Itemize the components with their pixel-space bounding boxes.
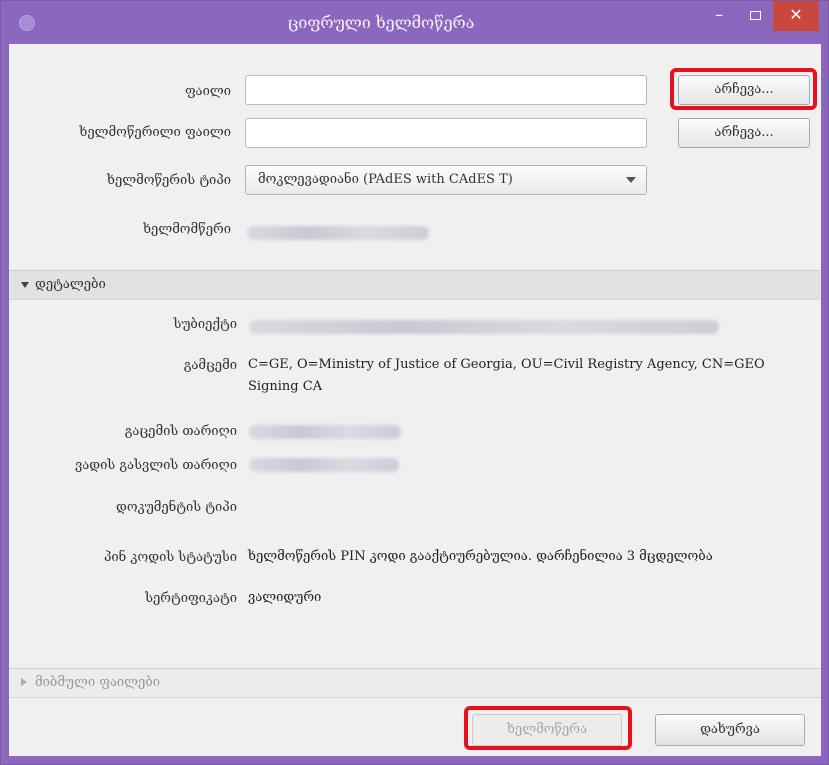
file-input[interactable]: [245, 75, 647, 105]
pin-status-value: ხელმოწერის PIN კოდი გააქტიურებულია. დარჩ…: [248, 549, 713, 564]
maximize-button[interactable]: [742, 1, 768, 31]
document-type-label: დოკუმენტის ტიპი: [116, 500, 237, 515]
signer-label: ხელმომწერი: [143, 222, 231, 237]
close-button[interactable]: დახურვა: [655, 714, 805, 746]
subject-value-redacted: [249, 320, 719, 334]
highlight-choose-file: [670, 68, 817, 110]
collapsed-triangle-icon: [21, 678, 27, 686]
subject-label: სუბიექტი: [173, 317, 237, 332]
issue-date-label: გაცემის თარიღი: [124, 424, 237, 439]
dialog-content: ფაილი არჩევა... ხელმოწერილი ფაილი არჩევა…: [9, 44, 821, 756]
close-window-button[interactable]: ✕: [773, 1, 819, 31]
certificate-label: სერტიფიკატი: [145, 591, 237, 606]
chevron-down-icon: [626, 177, 636, 183]
signature-type-value: მოკლევადიანი (PAdES with CAdES T): [258, 172, 513, 187]
dialog-window: ციფრული ხელმოწერა – ✕ ფაილი არჩევა... ხე…: [0, 0, 829, 765]
details-header-label: დეტალები: [35, 277, 106, 292]
issue-date-redacted: [249, 425, 401, 439]
file-label: ფაილი: [184, 84, 231, 99]
highlight-sign-button: [464, 706, 632, 750]
expand-triangle-icon: [21, 282, 29, 288]
minimize-button[interactable]: –: [706, 1, 732, 31]
expiry-date-label: ვადის გასვლის თარიღი: [74, 458, 237, 473]
details-panel: სუბიექტი გამცემი C=GE, O=Ministry of Jus…: [9, 301, 821, 663]
issuer-label: გამცემი: [183, 358, 237, 373]
signer-value-redacted: [247, 226, 429, 240]
signed-file-input[interactable]: [245, 118, 647, 148]
signature-type-label: ხელმოწერის ტიპი: [107, 173, 231, 188]
pin-status-label: პინ კოდის სტატუსი: [104, 550, 237, 565]
window-title: ციფრული ხელმოწერა: [287, 13, 475, 32]
attached-files-section-header[interactable]: მიბმული ფაილები: [9, 668, 821, 698]
choose-signed-file-button[interactable]: არჩევა...: [678, 118, 810, 148]
attached-files-header-label: მიბმული ფაილები: [35, 675, 161, 690]
title-bar[interactable]: ციფრული ხელმოწერა – ✕: [1, 1, 828, 44]
expiry-date-redacted: [249, 458, 399, 472]
issuer-value: C=GE, O=Ministry of Justice of Georgia, …: [248, 357, 765, 394]
maximize-icon: [749, 11, 761, 20]
signature-type-select[interactable]: მოკლევადიანი (PAdES with CAdES T): [245, 165, 647, 195]
details-section-header[interactable]: დეტალები: [9, 270, 821, 300]
certificate-value: ვალიდური: [248, 590, 322, 605]
signed-file-label: ხელმოწერილი ფაილი: [79, 125, 231, 140]
